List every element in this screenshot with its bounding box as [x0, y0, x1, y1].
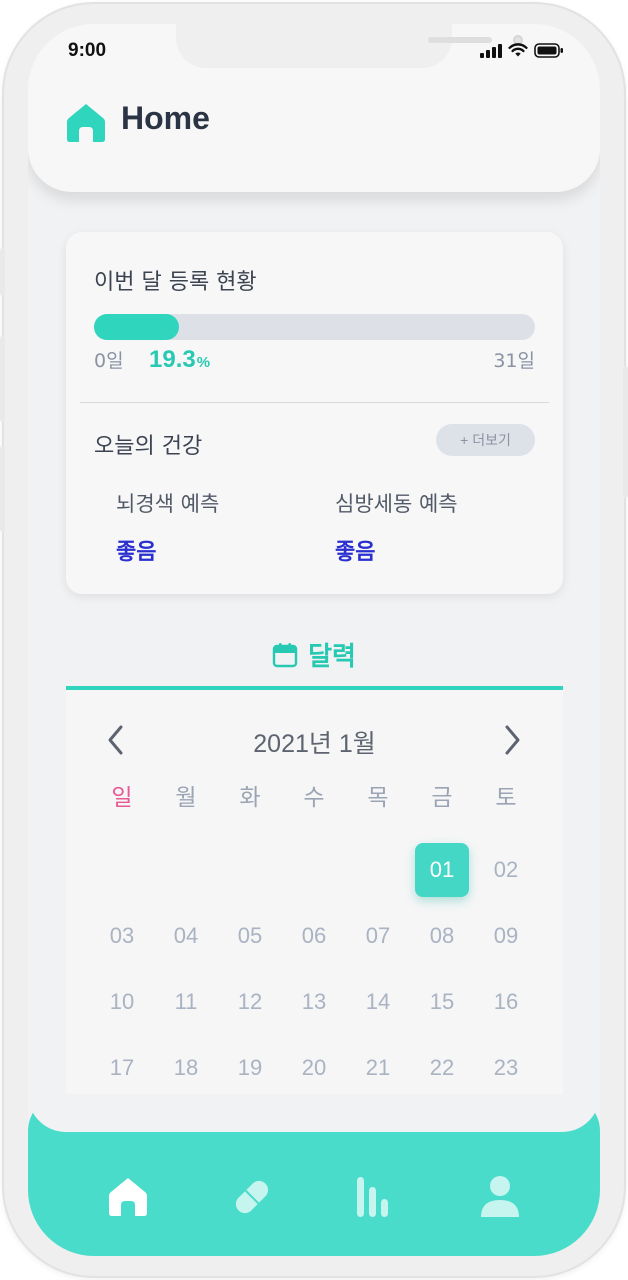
nav-statistics[interactable] — [352, 1173, 400, 1221]
side-button — [0, 336, 5, 422]
calendar-day[interactable]: 14 — [351, 975, 405, 1029]
calendar-day[interactable]: 08 — [415, 909, 469, 963]
progress-value-unit: % — [196, 354, 211, 371]
calendar-day[interactable]: 20 — [287, 1041, 341, 1095]
calendar-day[interactable]: 12 — [223, 975, 277, 1029]
side-button — [0, 248, 5, 296]
weekday-label: 화 — [239, 785, 261, 811]
calendar-icon — [272, 642, 298, 667]
weekday-label: 토 — [495, 785, 517, 811]
status-icons — [480, 43, 564, 58]
calendar-day[interactable]: 21 — [351, 1041, 405, 1095]
chevron-right-icon[interactable] — [502, 724, 522, 756]
home-icon — [109, 1178, 147, 1216]
progress-value-number: 19.3 — [149, 346, 196, 373]
calendar-day[interactable]: 03 — [95, 909, 149, 963]
calendar-day[interactable]: 17 — [95, 1041, 149, 1095]
power-button — [623, 366, 628, 498]
month-label: 2021년 1월 — [253, 730, 376, 758]
page-title: Home — [121, 100, 210, 136]
registration-progress-bar — [94, 314, 535, 340]
app-screen: 9:00 Home 이번 달 등록 현황 0일 19.3% 31일 오늘의 건강… — [28, 24, 600, 1256]
divider — [80, 402, 549, 403]
metric-value: 좋음 — [116, 540, 157, 565]
home-icon — [67, 104, 105, 142]
calendar-day-selected[interactable]: 01 — [415, 843, 469, 897]
app-header: 9:00 Home — [28, 24, 600, 192]
calendar: 2021년 1월 일 월 화 수 목 금 토 01 02 03 04 05 06 07 08 09 10 11 12… — [66, 690, 563, 1160]
calendar-day[interactable]: 02 — [479, 843, 533, 897]
metric-label: 뇌경색 예측 — [116, 492, 220, 516]
status-time: 9:00 — [68, 40, 107, 61]
progress-max-label: 31일 — [493, 350, 535, 372]
calendar-day[interactable]: 13 — [287, 975, 341, 1029]
nav-medication[interactable] — [228, 1173, 276, 1221]
calendar-day[interactable]: 18 — [159, 1041, 213, 1095]
registration-title: 이번 달 등록 현황 — [94, 270, 257, 295]
bar-chart-icon — [357, 1177, 388, 1217]
nav-home[interactable] — [104, 1173, 152, 1221]
calendar-day[interactable]: 07 — [351, 909, 405, 963]
metric-label: 심방세동 예측 — [335, 492, 458, 516]
summary-card: 이번 달 등록 현황 0일 19.3% 31일 오늘의 건강 + 더보기 뇌경색… — [66, 232, 563, 594]
bottom-nav — [28, 1094, 600, 1256]
metric-value: 좋음 — [335, 540, 376, 565]
health-title: 오늘의 건강 — [94, 434, 203, 459]
weekday-label: 수 — [303, 785, 325, 811]
afib-prediction: 심방세동 예측 좋음 — [335, 488, 458, 566]
wifi-icon — [508, 43, 528, 57]
progress-min-label: 0일 — [94, 350, 124, 372]
calendar-day[interactable]: 10 — [95, 975, 149, 1029]
stroke-prediction: 뇌경색 예측 좋음 — [116, 488, 219, 566]
calendar-day[interactable]: 11 — [159, 975, 213, 1029]
pill-icon — [235, 1180, 269, 1214]
calendar-tab-label: 달력 — [308, 642, 356, 672]
weekday-label: 목 — [367, 785, 389, 811]
calendar-day[interactable]: 06 — [287, 909, 341, 963]
battery-icon — [534, 43, 563, 58]
user-icon — [481, 1176, 519, 1217]
weekday-label: 월 — [175, 785, 197, 811]
calendar-day[interactable]: 19 — [223, 1041, 277, 1095]
calendar-day[interactable]: 05 — [223, 909, 277, 963]
more-button[interactable]: + 더보기 — [436, 424, 535, 456]
progress-value: 19.3% — [149, 346, 210, 374]
tab-calendar[interactable]: 달력 — [28, 636, 600, 673]
calendar-day[interactable]: 15 — [415, 975, 469, 1029]
calendar-day[interactable]: 04 — [159, 909, 213, 963]
weekday-label: 금 — [431, 785, 453, 811]
signal-icon — [480, 43, 502, 58]
nav-profile[interactable] — [476, 1173, 524, 1221]
notch — [176, 24, 523, 68]
calendar-day[interactable]: 22 — [415, 1041, 469, 1095]
side-button — [0, 446, 5, 532]
calendar-day[interactable]: 09 — [479, 909, 533, 963]
weekday-label: 일 — [111, 785, 133, 811]
calendar-day[interactable]: 16 — [479, 975, 533, 1029]
calendar-day[interactable]: 23 — [479, 1041, 533, 1095]
progress-fill — [94, 314, 180, 340]
